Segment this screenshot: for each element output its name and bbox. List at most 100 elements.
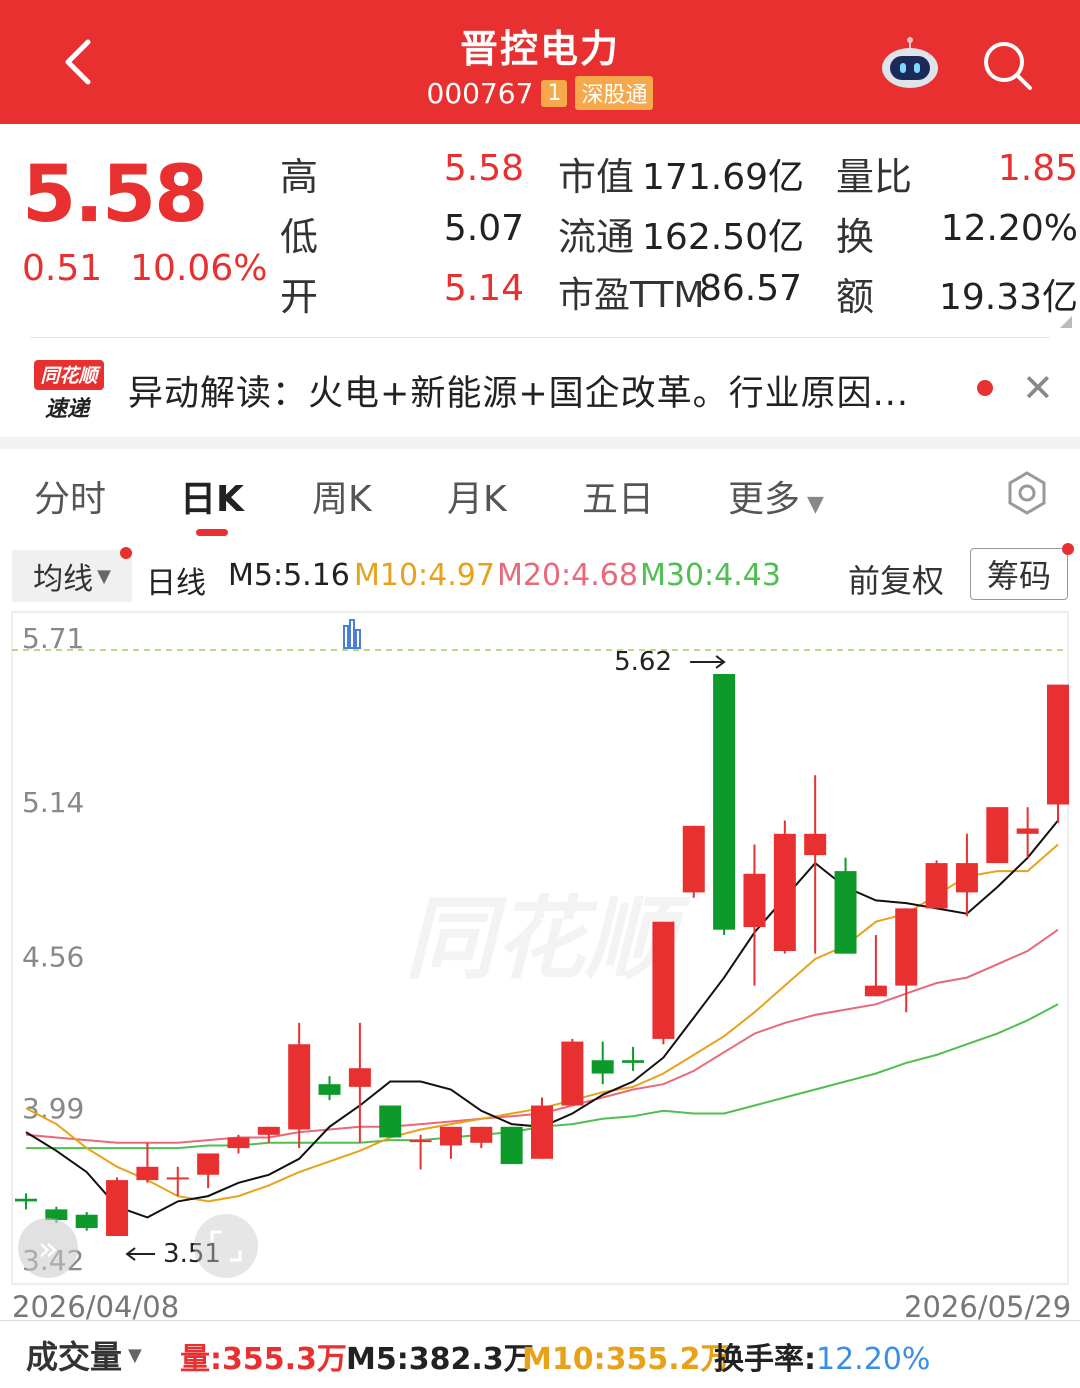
section-gap bbox=[0, 437, 1080, 449]
ma-selector-label: 均线 bbox=[33, 562, 94, 597]
candle-body bbox=[75, 1214, 98, 1229]
kline-chart[interactable]: 同花顺5.715.144.563.993.425.623.51» bbox=[0, 600, 1080, 1290]
tab-daily-k[interactable]: 日K bbox=[180, 470, 244, 522]
float-cap-value: 162.50亿 bbox=[642, 217, 804, 258]
candle-body bbox=[773, 833, 796, 952]
volume-selector[interactable]: 成交量 ▼ bbox=[26, 1332, 142, 1378]
candle-body bbox=[622, 1060, 645, 1063]
period-tabs bbox=[0, 449, 1080, 541]
open-label: 开 bbox=[280, 275, 319, 319]
volume-ratio-value: 1.85 bbox=[997, 148, 1078, 189]
candle-body bbox=[136, 1166, 159, 1181]
candle-body bbox=[955, 863, 978, 893]
candle-body bbox=[713, 673, 736, 930]
ma5-value: M5:5.16 bbox=[228, 558, 350, 593]
change-amount: 0.51 bbox=[22, 248, 103, 289]
ths-express-logo: 同花顺 速递 bbox=[34, 360, 104, 422]
open-value: 5.14 bbox=[443, 268, 524, 309]
candle-body bbox=[106, 1180, 129, 1237]
tab-weekly-k[interactable]: 周K bbox=[312, 470, 372, 522]
amount-value: 19.33亿 bbox=[938, 277, 1078, 318]
last-price: 5.58 bbox=[22, 150, 208, 240]
volume-selector-label: 成交量 bbox=[26, 1338, 123, 1376]
candle-body bbox=[288, 1044, 311, 1130]
candle-body bbox=[500, 1126, 523, 1165]
candle-body bbox=[895, 908, 918, 986]
high-label: 高 bbox=[280, 155, 319, 199]
chevron-down-icon: ▼ bbox=[128, 1344, 142, 1366]
candle-body bbox=[561, 1041, 584, 1106]
candle-body bbox=[925, 863, 948, 909]
robot-assistant-icon[interactable] bbox=[880, 36, 940, 90]
fullscreen-button[interactable] bbox=[194, 1214, 258, 1278]
turnover-rate-value: 12.20% bbox=[816, 1342, 931, 1377]
end-date: 2026/05/29 bbox=[904, 1290, 1072, 1324]
tab-five-day[interactable]: 五日 bbox=[582, 470, 654, 522]
tab-monthly-k[interactable]: 月K bbox=[447, 470, 507, 522]
turnover-value: 12.20% bbox=[940, 208, 1078, 249]
candle-body bbox=[1016, 828, 1039, 834]
max-price-label: 5.62 bbox=[614, 647, 672, 677]
y-tick-label: 5.14 bbox=[22, 786, 84, 819]
ma-selector[interactable]: 均线 ▼ bbox=[12, 550, 132, 602]
float-cap-label: 流通 bbox=[558, 215, 635, 259]
chevron-down-icon: ▼ bbox=[800, 492, 824, 517]
logo-bottom-text: 速递 bbox=[45, 396, 92, 422]
close-icon[interactable]: ✕ bbox=[1022, 366, 1054, 410]
active-tab-indicator bbox=[196, 529, 228, 536]
candle-body bbox=[804, 833, 827, 856]
adjust-mode-button[interactable]: 前复权 bbox=[848, 556, 944, 602]
price-change-row: 0.51 10.06% bbox=[22, 248, 267, 289]
chip-distribution-button[interactable]: 筹码 bbox=[970, 548, 1068, 600]
candle-body bbox=[986, 807, 1009, 864]
turnover-label: 换 bbox=[836, 215, 875, 259]
candle-body bbox=[531, 1105, 553, 1159]
market-cap-label: 市值 bbox=[558, 155, 635, 199]
candle-body bbox=[439, 1126, 462, 1146]
app-header: 晋控电力 000767 1 深股通 bbox=[0, 0, 1080, 124]
candle-body bbox=[1047, 684, 1069, 805]
logo-top-text: 同花顺 bbox=[40, 365, 101, 387]
volume-value: 量:355.3万 bbox=[180, 1342, 347, 1377]
candle-body bbox=[409, 1140, 432, 1143]
tab-more-label: 更多 bbox=[728, 479, 801, 520]
candle-body bbox=[470, 1126, 493, 1143]
scroll-left-button[interactable]: » bbox=[18, 1218, 78, 1278]
candle-body bbox=[318, 1084, 341, 1095]
low-label: 低 bbox=[280, 215, 319, 259]
turnover-rate: 换手率:12.20% bbox=[714, 1334, 930, 1378]
unread-dot bbox=[977, 380, 993, 396]
tab-intraday[interactable]: 分时 bbox=[34, 470, 106, 522]
volume-m5: M5:382.3万 bbox=[346, 1342, 534, 1377]
tab-more[interactable]: 更多 ▼ bbox=[728, 470, 824, 522]
candle-body bbox=[834, 871, 857, 954]
level-badge: 1 bbox=[541, 79, 568, 107]
candle-body bbox=[15, 1198, 37, 1202]
candle-body bbox=[348, 1068, 371, 1087]
turnover-rate-label: 换手率: bbox=[714, 1342, 816, 1377]
y-tick-label: 4.56 bbox=[22, 940, 84, 973]
news-headline[interactable]: 异动解读：火电+新能源+国企改革。行业原因... bbox=[128, 365, 909, 416]
settings-gear-icon[interactable] bbox=[1004, 470, 1050, 516]
amount-label: 额 bbox=[836, 275, 875, 319]
market-cap-value: 171.69亿 bbox=[642, 157, 804, 198]
expand-corner-icon[interactable] bbox=[1060, 316, 1072, 328]
y-tick-label: 3.99 bbox=[22, 1092, 84, 1125]
candle-body bbox=[257, 1126, 280, 1135]
search-icon[interactable] bbox=[980, 38, 1036, 94]
ma10-value: M10:4.97 bbox=[354, 558, 495, 593]
divider bbox=[30, 337, 1050, 338]
chart-watermark: 同花顺 bbox=[405, 887, 691, 992]
candle-body bbox=[864, 985, 887, 997]
candle-body bbox=[227, 1137, 250, 1149]
ma30-value: M30:4.43 bbox=[640, 558, 781, 593]
high-value: 5.58 bbox=[443, 148, 524, 189]
svg-text:»: » bbox=[38, 1229, 59, 1269]
stock-code: 000767 bbox=[426, 76, 534, 110]
candle-body bbox=[743, 873, 766, 928]
start-date: 2026/04/08 bbox=[12, 1290, 180, 1324]
candle-body bbox=[197, 1153, 220, 1175]
connect-badge: 深股通 bbox=[575, 76, 654, 110]
change-percent: 10.06% bbox=[130, 248, 268, 289]
candle-body bbox=[379, 1105, 402, 1138]
